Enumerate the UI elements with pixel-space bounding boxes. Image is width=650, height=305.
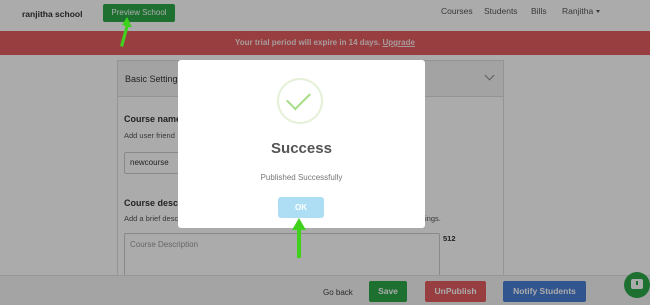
arrow-up-icon — [292, 218, 306, 258]
success-dialog: Success Published Successfully OK — [178, 60, 425, 228]
dialog-title: Success — [271, 140, 332, 157]
check-icon — [277, 78, 323, 124]
arrow-up-icon — [120, 17, 132, 47]
dialog-message: Published Successfully — [260, 173, 343, 182]
ok-button[interactable]: OK — [278, 197, 324, 218]
